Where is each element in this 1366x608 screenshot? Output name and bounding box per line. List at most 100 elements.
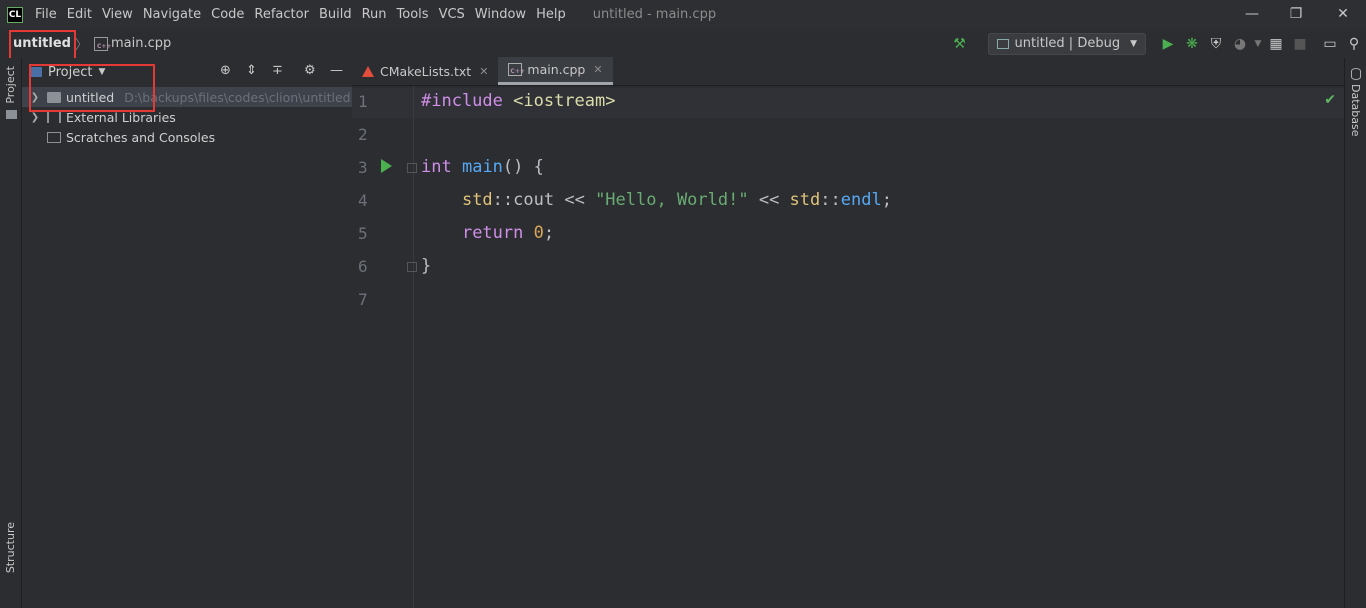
chevron-down-icon[interactable]: ▼ bbox=[98, 67, 105, 77]
run-with-coverage-icon[interactable]: ⛨ bbox=[1204, 32, 1228, 56]
tree-item-label: Scratches and Consoles bbox=[66, 129, 216, 145]
structure-tool-button[interactable]: Structure bbox=[4, 522, 17, 573]
attach-debugger-icon[interactable]: ▦ bbox=[1264, 32, 1288, 56]
menu-window[interactable]: Window bbox=[475, 7, 526, 22]
menu-vcs[interactable]: VCS bbox=[439, 7, 465, 22]
code-token: 0 bbox=[533, 223, 544, 243]
hide-panel-icon[interactable]: — bbox=[330, 63, 343, 78]
menu-file[interactable]: File bbox=[35, 7, 57, 22]
code-token: ; bbox=[543, 223, 555, 243]
menu-navigate[interactable]: Navigate bbox=[143, 7, 201, 22]
project-tool-window: Project ▼ ⊕ ⇕ ∓ ⚙ — ❯ untitled D:\backup… bbox=[22, 58, 352, 608]
editor-area: CMakeLists.txt ✕ main.cpp ✕ 1 2 3 4 5 6 … bbox=[352, 57, 1344, 608]
menu-tools[interactable]: Tools bbox=[397, 7, 429, 22]
tab-cmakelists[interactable]: CMakeLists.txt ✕ bbox=[352, 57, 498, 85]
build-hammer-icon[interactable]: ⚒ bbox=[948, 32, 972, 56]
tab-label: main.cpp bbox=[527, 62, 586, 77]
scratches-icon bbox=[47, 131, 61, 143]
tree-item-external-libraries[interactable]: ❯ External Libraries bbox=[22, 107, 352, 127]
profile-icon[interactable]: ◕ bbox=[1228, 32, 1252, 56]
menu-code[interactable]: Code bbox=[211, 7, 244, 22]
tree-item-label: External Libraries bbox=[66, 109, 176, 125]
tab-label: CMakeLists.txt bbox=[380, 63, 472, 79]
code-line-1: #include <iostream> bbox=[421, 91, 615, 111]
code-token: #include bbox=[421, 91, 503, 111]
code-token: <iostream> bbox=[502, 91, 616, 111]
title-bar: CL File Edit View Navigate Code Refactor… bbox=[0, 0, 1366, 29]
debug-bug-icon[interactable]: ❋ bbox=[1180, 32, 1204, 56]
run-configuration-label: untitled | Debug bbox=[1014, 36, 1121, 51]
restore-icon[interactable]: ❐ bbox=[1286, 6, 1306, 22]
run-gutter-icon[interactable] bbox=[381, 159, 392, 173]
project-view-icon bbox=[30, 67, 42, 77]
run-icon[interactable]: ▶ bbox=[1156, 32, 1180, 56]
tab-main-cpp[interactable]: main.cpp ✕ bbox=[498, 57, 613, 85]
tree-item-scratches[interactable]: Scratches and Consoles bbox=[22, 127, 352, 147]
database-tool-button[interactable]: Database bbox=[1349, 84, 1362, 137]
expand-all-icon[interactable]: ⇕ bbox=[246, 63, 257, 78]
code-token: } bbox=[421, 256, 432, 276]
inspection-ok-check-icon[interactable]: ✔ bbox=[1324, 92, 1336, 108]
clion-logo-icon[interactable]: CL bbox=[7, 6, 23, 23]
code-line-3: int main() { bbox=[421, 157, 544, 177]
project-view-title[interactable]: Project bbox=[48, 65, 92, 80]
close-icon[interactable]: ✕ bbox=[1333, 6, 1353, 22]
window-title: untitled - main.cpp bbox=[592, 7, 717, 22]
editor-tabs: CMakeLists.txt ✕ main.cpp ✕ bbox=[352, 57, 1344, 86]
code-token: main bbox=[461, 157, 503, 177]
left-tool-stripe: Project Structure bbox=[0, 58, 22, 608]
fold-marker-icon[interactable] bbox=[407, 163, 417, 173]
cmake-icon bbox=[362, 65, 374, 77]
menu-refactor[interactable]: Refactor bbox=[254, 7, 309, 22]
line-number: 3 bbox=[358, 158, 368, 177]
menu-build[interactable]: Build bbox=[319, 7, 352, 22]
close-icon[interactable]: ✕ bbox=[593, 63, 602, 76]
profile-dropdown-icon[interactable]: ▼ bbox=[1252, 32, 1264, 56]
gear-icon[interactable]: ⚙ bbox=[304, 63, 316, 78]
minimize-icon[interactable]: — bbox=[1242, 6, 1262, 22]
code-editor[interactable]: 1 2 3 4 5 6 7 #include <iostream> int ma… bbox=[352, 86, 1344, 608]
menu-help[interactable]: Help bbox=[536, 7, 566, 22]
chevron-down-icon: ▼ bbox=[1130, 38, 1137, 49]
menu-view[interactable]: View bbox=[102, 7, 133, 22]
cpp-file-icon bbox=[94, 36, 111, 51]
chevron-right-icon[interactable]: ❯ bbox=[28, 92, 42, 103]
line-number: 5 bbox=[358, 224, 368, 243]
tree-item-path: D:\backups\files\codes\clion\untitled bbox=[124, 89, 351, 105]
code-token: int bbox=[421, 157, 452, 177]
locate-file-icon[interactable]: ⊕ bbox=[220, 63, 231, 78]
project-tool-button[interactable]: Project bbox=[4, 66, 17, 104]
code-token: "Hello, World!" bbox=[595, 190, 749, 210]
code-token: << bbox=[554, 190, 596, 210]
code-token: std bbox=[461, 190, 493, 210]
chevron-right-icon[interactable]: ❯ bbox=[28, 112, 42, 123]
code-line-6: } bbox=[421, 256, 431, 276]
cpp-file-icon bbox=[508, 63, 525, 76]
search-icon[interactable]: ⚲ bbox=[1342, 32, 1366, 56]
breadcrumb-project[interactable]: untitled bbox=[13, 36, 71, 51]
code-line-5: return 0; bbox=[421, 223, 554, 243]
line-number: 6 bbox=[358, 257, 368, 276]
tree-item-label: untitled bbox=[66, 89, 115, 105]
code-token: return bbox=[461, 223, 524, 243]
menu-edit[interactable]: Edit bbox=[67, 7, 92, 22]
breadcrumb-file[interactable]: main.cpp bbox=[111, 36, 171, 51]
stop-icon[interactable]: ■ bbox=[1288, 32, 1312, 56]
database-icon bbox=[1351, 68, 1361, 80]
close-icon[interactable]: ✕ bbox=[479, 65, 488, 78]
config-icon bbox=[996, 38, 1009, 49]
project-structure-icon[interactable]: ▭ bbox=[1318, 32, 1342, 56]
code-token: cout bbox=[513, 190, 555, 210]
tree-item-untitled[interactable]: ❯ untitled D:\backups\files\codes\clion\… bbox=[22, 87, 352, 107]
fold-marker-icon[interactable] bbox=[407, 262, 417, 272]
editor-gutter: 1 2 3 4 5 6 7 bbox=[352, 86, 417, 608]
main-toolbar: ⚒ untitled | Debug ▼ ▶ ❋ ⛨ ◕ ▼ ▦ ■ ▭ ⚲ bbox=[948, 29, 1366, 58]
folder-icon bbox=[6, 110, 17, 119]
menu-run[interactable]: Run bbox=[362, 7, 387, 22]
line-number: 7 bbox=[358, 290, 368, 309]
breadcrumb-separator: 〉 bbox=[74, 38, 88, 53]
collapse-all-icon[interactable]: ∓ bbox=[272, 63, 283, 78]
line-number: 1 bbox=[358, 92, 368, 111]
run-configuration-select[interactable]: untitled | Debug ▼ bbox=[987, 32, 1146, 55]
code-token: std bbox=[789, 190, 821, 210]
